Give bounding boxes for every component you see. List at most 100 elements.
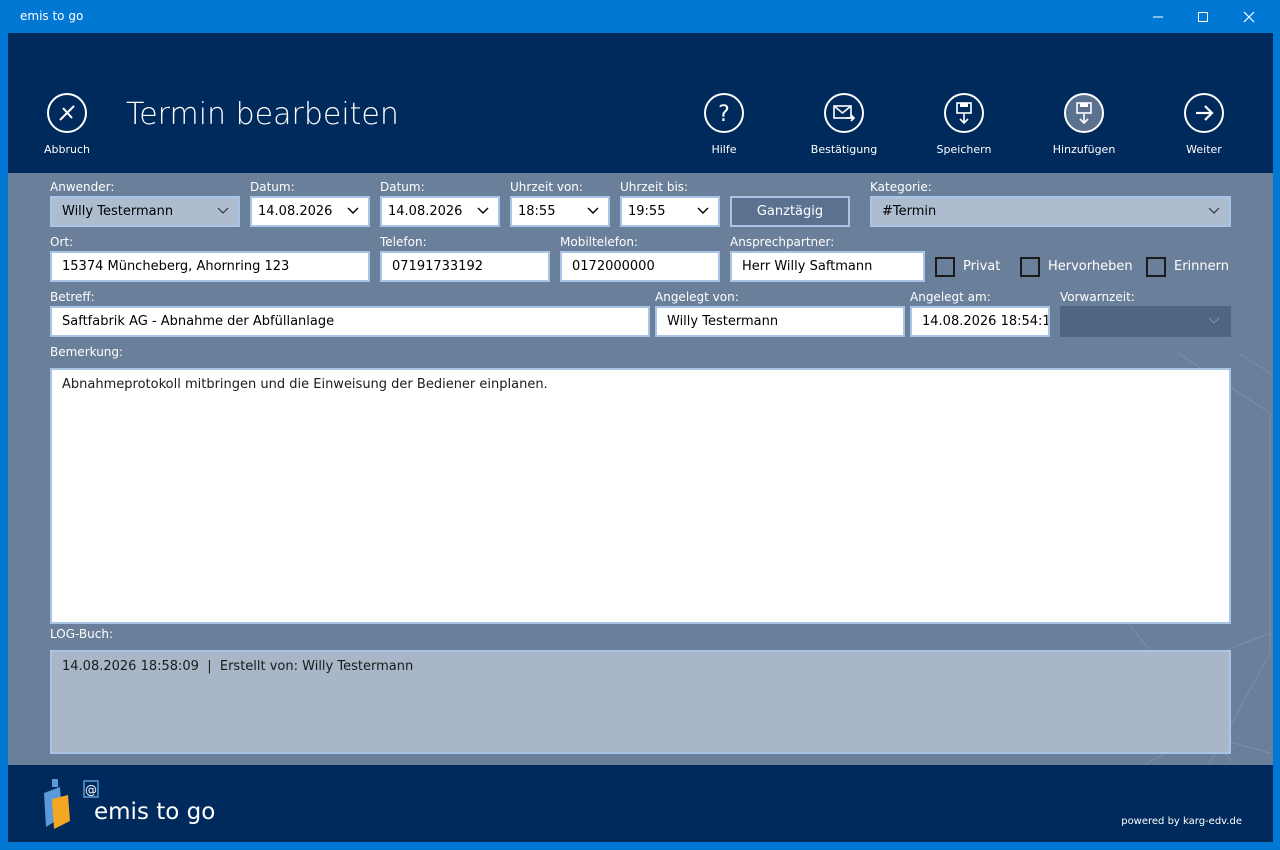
chevron-down-icon [477,207,489,214]
save-label: Speichern [936,143,992,156]
chevron-down-icon [1208,317,1220,324]
uhrzeit-bis-picker[interactable]: 19:55 [620,196,720,227]
chevron-down-icon [697,207,709,214]
next-label: Weiter [1186,143,1222,156]
add-circle [1064,93,1104,133]
datum-bis-label: Datum: [380,180,425,194]
ansprech-label: Ansprechpartner: [730,235,835,249]
angelegt-am-value: 14.08.2026 18:54:19 [922,314,1050,329]
add-label: Hinzufügen [1052,143,1116,156]
maximize-button[interactable] [1180,0,1226,33]
help-button[interactable]: ? Hilfe [679,93,769,156]
betreff-value: Saftfabrik AG - Abnahme der Abfüllanlage [62,314,335,329]
cancel-label: Abbruch [43,143,90,156]
emis-logo-icon: @ [44,779,99,829]
maximize-icon [1198,11,1208,22]
angelegt-von-value: Willy Testermann [667,314,779,329]
telefon-input[interactable]: 07191733192 [380,251,550,282]
mobil-label: Mobiltelefon: [560,235,638,249]
bemerkung-textarea[interactable]: Abnahmeprotokoll mitbringen und die Einw… [50,368,1231,624]
log-entry: 14.08.2026 18:58:09 | Erstellt von: Will… [62,659,414,674]
datum-von-picker[interactable]: 14.08.2026 [250,196,370,227]
ganztaegig-button[interactable]: Ganztägig [730,196,850,227]
svg-text:@: @ [85,783,97,797]
svg-text:?: ? [718,102,730,125]
uhrzeit-von-picker[interactable]: 18:55 [510,196,610,227]
minimize-button[interactable] [1135,0,1181,33]
title-bar: emis to go [0,0,1280,33]
mobil-input[interactable]: 0172000000 [560,251,720,282]
window-title: emis to go [20,9,84,23]
erinnern-label: Erinnern [1174,259,1230,274]
question-mark-icon: ? [718,102,730,125]
footer-bar: @ emis to go powered by karg-edv.de [8,765,1273,842]
hervorheben-checkbox[interactable] [1020,257,1040,277]
ort-value: 15374 Müncheberg, Ahornring 123 [62,259,290,274]
betreff-label: Betreff: [50,290,95,304]
vorwarnzeit-label: Vorwarnzeit: [1060,290,1135,304]
add-disk-icon [1076,102,1092,125]
telefon-label: Telefon: [380,235,427,249]
kategorie-select[interactable]: #Termin [870,196,1231,227]
add-button[interactable]: Hinzufügen [1039,93,1129,156]
page-title: Termin bearbeiten [126,97,399,132]
bemerkung-label: Bemerkung: [50,345,124,359]
privat-checkbox[interactable] [935,257,955,277]
confirm-button[interactable]: Bestätigung [799,93,889,156]
confirm-circle [824,93,864,133]
telefon-value: 07191733192 [392,259,483,274]
ort-label: Ort: [50,235,74,249]
help-circle: ? [704,93,744,133]
angelegt-am-label: Angelegt am: [910,290,991,304]
next-circle [1184,93,1224,133]
chevron-down-icon [347,207,359,214]
hervorheben-label: Hervorheben [1048,259,1133,274]
chevron-down-icon [217,207,229,214]
main-content: Abbruch Termin bearbeiten ? Hilfe Bestät… [8,33,1273,842]
arrow-right-icon [1196,105,1214,121]
cancel-button[interactable]: Abbruch [22,93,112,156]
save-disk-icon [956,102,972,125]
minimize-icon [1153,16,1163,17]
betreff-input[interactable]: Saftfabrik AG - Abnahme der Abfüllanlage [50,306,650,337]
save-button[interactable]: Speichern [919,93,1009,156]
confirm-label: Bestätigung [810,143,878,156]
erinnern-checkbox[interactable] [1146,257,1166,277]
uhrzeit-bis-value: 19:55 [628,204,666,219]
help-label: Hilfe [711,143,737,156]
log-label: LOG-Buch: [50,627,113,641]
header-bar: Abbruch Termin bearbeiten ? Hilfe Bestät… [8,33,1273,173]
angelegt-von-label: Angelegt von: [655,290,739,304]
next-button[interactable]: Weiter [1159,93,1249,156]
cancel-circle [47,93,87,133]
datum-bis-picker[interactable]: 14.08.2026 [380,196,500,227]
app-window: emis to go Abbruch Termin bearbeiten ? H… [0,0,1280,850]
datum-bis-value: 14.08.2026 [388,204,463,219]
uhrzeit-von-label: Uhrzeit von: [510,180,583,194]
bemerkung-value: Abnahmeprotokoll mitbringen und die Einw… [62,377,548,392]
close-icon [1243,11,1255,22]
cancel-x-icon [59,105,75,121]
vorwarnzeit-select[interactable] [1060,306,1231,337]
envelope-arrow-icon [833,105,856,122]
save-circle [944,93,984,133]
close-window-button[interactable] [1226,0,1272,33]
angelegt-am-input[interactable]: 14.08.2026 18:54:19 [910,306,1050,337]
kategorie-label: Kategorie: [870,180,932,194]
uhrzeit-bis-label: Uhrzeit bis: [620,180,689,194]
uhrzeit-von-value: 18:55 [518,204,556,219]
ansprech-input[interactable]: Herr Willy Saftmann [730,251,925,282]
anwender-value: Willy Testermann [62,204,174,219]
privat-label: Privat [963,259,1001,274]
ort-input[interactable]: 15374 Müncheberg, Ahornring 123 [50,251,370,282]
kategorie-value: #Termin [882,204,937,219]
powered-by-text: powered by karg-edv.de [1121,816,1242,827]
anwender-select[interactable]: Willy Testermann [50,196,240,227]
chevron-down-icon [587,207,599,214]
mobil-value: 0172000000 [572,259,655,274]
anwender-label: Anwender: [50,180,115,194]
datum-von-value: 14.08.2026 [258,204,333,219]
log-textarea[interactable]: 14.08.2026 18:58:09 | Erstellt von: Will… [50,650,1231,754]
angelegt-von-input[interactable]: Willy Testermann [655,306,905,337]
ansprech-value: Herr Willy Saftmann [742,259,873,274]
